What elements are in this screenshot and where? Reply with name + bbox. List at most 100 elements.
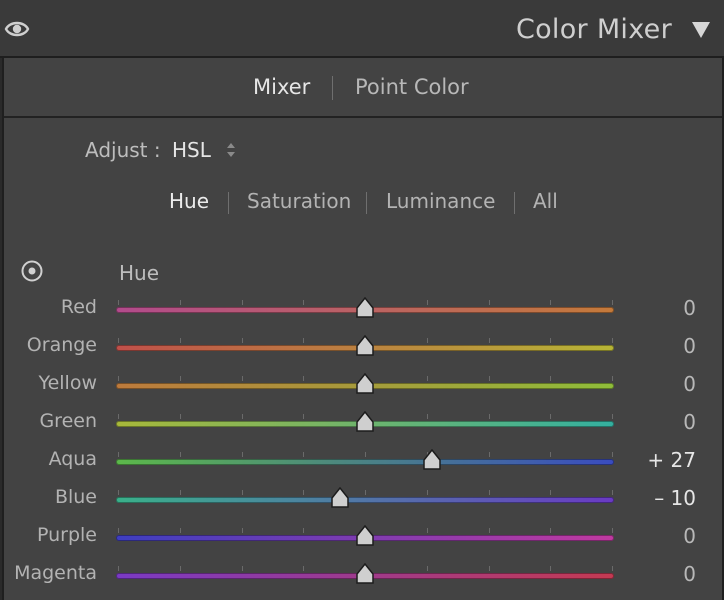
slider-row-blue: Blue – 10 xyxy=(4,486,722,524)
slider-tick xyxy=(303,452,305,457)
tab-divider xyxy=(366,192,367,214)
mode-point-color-button[interactable]: Point Color xyxy=(355,75,469,99)
slider-tick xyxy=(488,338,490,343)
slider-row-purple: Purple 0 xyxy=(4,524,722,562)
mode-mixer-button[interactable]: Mixer xyxy=(253,75,310,99)
section-label-hue: Hue xyxy=(119,261,160,285)
slider-tick xyxy=(612,300,613,305)
slider-tick xyxy=(488,414,490,419)
slider-value-aqua[interactable]: + 27 xyxy=(647,448,696,472)
slider-tick xyxy=(488,490,490,495)
slider-tick xyxy=(118,376,119,381)
tab-hue[interactable]: Hue xyxy=(169,189,209,213)
panel-header[interactable]: Color Mixer xyxy=(0,0,724,58)
tab-saturation[interactable]: Saturation xyxy=(247,189,351,213)
slider-tick xyxy=(303,300,305,305)
slider-tick xyxy=(550,376,552,381)
target-adjust-icon[interactable] xyxy=(20,259,44,283)
slider-tick xyxy=(241,452,243,457)
slider-tick xyxy=(426,338,428,343)
slider-tick xyxy=(365,490,366,495)
slider-thumb-aqua[interactable] xyxy=(422,449,442,471)
slider-label-yellow: Yellow xyxy=(38,372,98,394)
slider-tick xyxy=(118,490,119,495)
tab-luminance[interactable]: Luminance xyxy=(386,189,495,213)
slider-tick xyxy=(303,490,305,495)
slider-label-red: Red xyxy=(60,296,97,318)
tab-all[interactable]: All xyxy=(533,189,558,213)
slider-tick xyxy=(612,414,613,419)
slider-row-red: Red 0 xyxy=(4,296,722,334)
slider-tick xyxy=(426,300,428,305)
slider-label-green: Green xyxy=(39,410,97,432)
slider-tick xyxy=(612,338,613,343)
slider-tick xyxy=(612,528,613,533)
slider-tick xyxy=(488,300,490,305)
slider-tick xyxy=(179,376,181,381)
slider-label-blue: Blue xyxy=(54,486,97,508)
slider-thumb-blue[interactable] xyxy=(330,487,350,509)
slider-thumb-orange[interactable] xyxy=(355,335,375,357)
slider-tick xyxy=(241,300,243,305)
slider-tick xyxy=(179,452,181,457)
slider-thumb-yellow[interactable] xyxy=(355,373,375,395)
triangle-down-icon[interactable] xyxy=(690,20,712,40)
panel-title: Color Mixer xyxy=(515,14,672,45)
slider-tick xyxy=(179,300,181,305)
slider-tick xyxy=(303,376,305,381)
eye-icon[interactable] xyxy=(4,18,30,40)
slider-tick xyxy=(179,490,181,495)
slider-tick xyxy=(118,414,119,419)
slider-row-green: Green 0 xyxy=(4,410,722,448)
slider-thumb-magenta[interactable] xyxy=(355,563,375,585)
slider-tick xyxy=(118,338,119,343)
slider-tick xyxy=(550,566,552,571)
slider-tick xyxy=(550,490,552,495)
slider-tick xyxy=(426,566,428,571)
slider-track-aqua[interactable] xyxy=(116,459,614,465)
slider-tick xyxy=(612,452,613,457)
slider-thumb-red[interactable] xyxy=(355,297,375,319)
slider-tick xyxy=(241,338,243,343)
slider-value-orange[interactable]: 0 xyxy=(683,334,696,358)
slider-thumb-purple[interactable] xyxy=(355,525,375,547)
slider-tick xyxy=(179,414,181,419)
slider-row-orange: Orange 0 xyxy=(4,334,722,372)
slider-value-purple[interactable]: 0 xyxy=(683,524,696,548)
slider-value-blue[interactable]: – 10 xyxy=(654,486,696,510)
slider-tick xyxy=(118,452,119,457)
slider-label-orange: Orange xyxy=(26,334,97,356)
adjust-select[interactable]: HSL xyxy=(172,138,211,162)
slider-tick xyxy=(303,528,305,533)
slider-tick xyxy=(550,300,552,305)
slider-tick xyxy=(612,490,613,495)
slider-tick xyxy=(550,338,552,343)
slider-tick xyxy=(426,490,428,495)
slider-tick xyxy=(488,528,490,533)
slider-tick xyxy=(241,414,243,419)
slider-value-red[interactable]: 0 xyxy=(683,296,696,320)
tab-divider xyxy=(228,192,229,214)
slider-tick xyxy=(179,338,181,343)
slider-label-magenta: Magenta xyxy=(14,562,97,584)
slider-value-yellow[interactable]: 0 xyxy=(683,372,696,396)
slider-tick xyxy=(118,528,119,533)
color-mixer-panel: Mixer Point Color Adjust : HSL Hue Satur… xyxy=(2,58,724,600)
slider-track-blue[interactable] xyxy=(116,497,614,503)
slider-tick xyxy=(550,452,552,457)
slider-value-magenta[interactable]: 0 xyxy=(683,562,696,586)
slider-tick xyxy=(179,528,181,533)
slider-thumb-green[interactable] xyxy=(355,411,375,433)
mode-switcher: Mixer Point Color xyxy=(4,58,722,118)
up-down-arrows-icon[interactable] xyxy=(225,140,237,160)
slider-tick xyxy=(303,414,305,419)
slider-tick xyxy=(488,566,490,571)
slider-tick xyxy=(426,376,428,381)
slider-tick xyxy=(612,566,613,571)
slider-value-green[interactable]: 0 xyxy=(683,410,696,434)
slider-tick xyxy=(241,490,243,495)
slider-tick xyxy=(241,528,243,533)
slider-tick xyxy=(303,566,305,571)
slider-tick xyxy=(365,452,366,457)
slider-tick xyxy=(550,528,552,533)
